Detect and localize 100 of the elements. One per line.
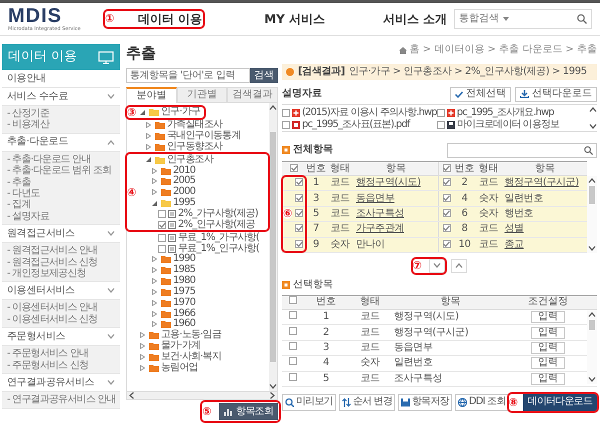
input-button[interactable]: 입력	[531, 311, 565, 324]
table-cell: 일련번호	[504, 192, 543, 204]
logo[interactable]: MDIS	[8, 6, 100, 26]
table-cell: 2	[304, 324, 348, 340]
item-link[interactable]: 행정구역(시도)	[356, 177, 421, 188]
action-button[interactable]: 항목저장	[398, 394, 452, 411]
sidebar-subitem[interactable]: - 비용계산	[7, 119, 115, 131]
callout-number: ④	[127, 186, 136, 198]
table-cell: 1	[304, 309, 348, 325]
callout-number: ①	[105, 13, 114, 24]
table-cell: 8	[454, 222, 474, 238]
data-download-button[interactable]: 데이터다운로드	[522, 394, 597, 411]
item-link[interactable]: 동읍면부	[356, 192, 394, 204]
tree-item[interactable]: 무료_1%_인구사항(	[178, 242, 259, 255]
item-link[interactable]: 종교	[504, 238, 524, 250]
tree-item[interactable]: 인구총조사	[167, 154, 214, 166]
nav-link[interactable]: MY 서비스	[264, 12, 325, 26]
table-cell: 조사구특성	[392, 371, 509, 386]
column-header: 번호	[304, 295, 348, 310]
action-button[interactable]: 순서 변경	[338, 394, 395, 411]
table-cell: 행정구역(구시군)	[392, 324, 509, 340]
column-header: 형태	[474, 162, 502, 176]
tree-item[interactable]: 2%_가구사항(제공)	[178, 208, 258, 220]
sidebar-subitem[interactable]: - 집계	[7, 199, 115, 211]
tree-item[interactable]: 고용·노동·임금	[161, 329, 221, 342]
search-button[interactable]: 검색	[250, 68, 278, 83]
column-header: 항목	[392, 295, 509, 310]
sidebar-subitem[interactable]: - 추출	[7, 176, 115, 188]
tree-item[interactable]: 2000	[173, 186, 196, 198]
action-button[interactable]: 미리보기	[282, 394, 336, 411]
input-button[interactable]: 입력	[531, 342, 565, 354]
file-link[interactable]: (2015)자료 이용시 주의사항.hwp	[302, 107, 437, 119]
tree-item[interactable]: 2005	[173, 175, 196, 188]
sidebar-subitem[interactable]: - 산정기준	[7, 108, 115, 120]
select-all-button[interactable]: 전체선택	[450, 86, 511, 102]
tree-item[interactable]: 무료_1%_가구사항(	[178, 232, 259, 244]
table-cell: 코드	[348, 371, 392, 386]
tree-item[interactable]: 1975	[173, 286, 196, 298]
tree-item[interactable]: 가족실태조사	[167, 119, 222, 132]
item-link[interactable]: 성별	[504, 223, 524, 234]
sidebar-subitem[interactable]: - 이용센터서비스 안내	[7, 302, 115, 314]
action-button[interactable]: DDI 조회	[454, 394, 509, 411]
breadcrumb: 홈 > 데이터이용 > 추출 다운로드 > 추출	[410, 44, 597, 56]
sidebar-subitem[interactable]: - 원격접근서비스 안내	[7, 245, 115, 257]
tree-item[interactable]: 1960	[173, 318, 196, 330]
file-link[interactable]: pc_1995_조사개요.hwp	[456, 107, 554, 119]
tree-item[interactable]: 국내인구이동통계	[167, 130, 241, 142]
column-header: 번호	[454, 162, 474, 176]
table-cell: 행정구역(시도)	[392, 309, 509, 325]
search-field[interactable]: 통계항목을 '단어'로 입력	[126, 68, 250, 83]
sidebar-subitem[interactable]: - 이용센터서비스 신청	[7, 314, 115, 326]
table-cell: 코드	[348, 309, 392, 325]
tree-item[interactable]: 1980	[173, 275, 196, 288]
column-header: 형태	[348, 295, 392, 310]
file-link[interactable]: pc_1995_조사표(표본).pdf	[302, 119, 410, 131]
input-button[interactable]: 입력	[531, 357, 565, 370]
file-link[interactable]: 마이크로데이터 이용정보	[456, 119, 560, 131]
tree-item[interactable]: 1985	[173, 264, 196, 276]
sidebar-subitem[interactable]: - 개인정보제공신청	[7, 268, 115, 280]
tree-item[interactable]: 물가·가계	[161, 340, 200, 352]
tree-item[interactable]: 인구·가구	[161, 106, 200, 118]
nav-link[interactable]: 서비스 소개	[383, 12, 448, 26]
download-button[interactable]: 선택다운로드	[515, 86, 597, 102]
tree-item[interactable]: 인구동향조사	[167, 140, 222, 153]
sidebar-subitem[interactable]: - 주문형서비스 신청	[7, 360, 115, 372]
sidebar-subitem[interactable]: - 원격접근서비스 신청	[7, 256, 115, 268]
table-cell: 9	[306, 237, 326, 252]
input-button[interactable]: 입력	[531, 372, 565, 385]
tree-item[interactable]: 보건·사회·복지	[161, 350, 221, 363]
tree-item[interactable]: 2010	[173, 164, 196, 177]
nav-link[interactable]: 데이터 이용	[122, 12, 202, 26]
table-cell: 만나이	[356, 238, 385, 250]
item-link[interactable]: 조사구특성	[356, 208, 404, 219]
tree-item[interactable]: 1995	[173, 197, 196, 210]
tree-item[interactable]: 2%_인구사항(제공	[178, 218, 255, 231]
tree-item[interactable]: 1990	[173, 253, 196, 266]
tree-item[interactable]: 1970	[173, 296, 196, 309]
sidebar-subitem[interactable]: - 다년도	[7, 188, 115, 200]
sidebar-subitem[interactable]: - 추출·다운로드 안내	[7, 154, 115, 166]
sidebar-item[interactable]: 이용안내	[2, 70, 120, 88]
sidebar-item-label: 이용센터서비스	[7, 284, 75, 297]
tab[interactable]: 기관별	[176, 87, 228, 103]
sidebar-subitem[interactable]: - 추출·다운로드 범위 조회	[7, 165, 115, 177]
search-scope[interactable]: 통합검색	[459, 13, 499, 25]
page-title: 추출	[126, 44, 157, 64]
input-button[interactable]: 입력	[531, 326, 565, 339]
tree-item[interactable]: 농림어업	[161, 362, 198, 374]
tab[interactable]: 검색결과	[227, 87, 278, 103]
table-cell: 동읍면부	[392, 340, 509, 356]
tree-item[interactable]: 1966	[173, 308, 196, 320]
tab[interactable]: 분야별	[126, 87, 177, 103]
item-link[interactable]: 행정구역(구시군)	[504, 177, 579, 188]
search-field[interactable]: 통합검색	[454, 9, 592, 29]
sidebar-subitem[interactable]: - 주문형서비스 안내	[7, 348, 115, 360]
lookup-button[interactable]: 항목조회	[219, 403, 278, 420]
sidebar-subitem[interactable]: - 설명자료	[7, 210, 115, 222]
result-path: 인구·가구 > 인구총조사 > 2%_인구사항(제공) > 1995	[348, 66, 587, 78]
table-cell: 숫자	[474, 190, 502, 206]
table-cell: 코드	[326, 190, 354, 206]
item-link[interactable]: 가구주관계	[356, 223, 404, 234]
